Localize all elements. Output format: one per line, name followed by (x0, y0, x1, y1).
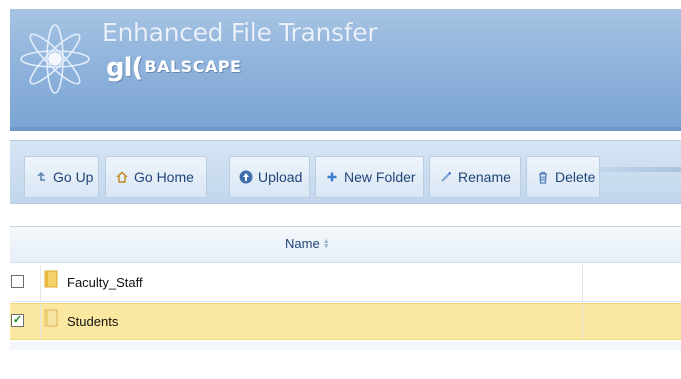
home-icon (115, 170, 129, 184)
new-folder-button[interactable]: New Folder (315, 156, 424, 198)
grid-footer (10, 342, 681, 350)
app-title: Enhanced File Transfer (102, 18, 378, 47)
row-checkbox[interactable] (11, 275, 24, 288)
column-divider (582, 304, 583, 339)
folder-icon (44, 309, 58, 327)
pencil-icon (439, 170, 453, 184)
file-name[interactable]: Faculty_Staff (67, 275, 143, 290)
go-home-button[interactable]: Go Home (105, 156, 207, 198)
file-row-students[interactable]: ✓ Students (10, 303, 681, 340)
brand-suffix: balscape (144, 57, 242, 76)
check-mark-icon: ✓ (12, 314, 23, 326)
name-column-label: Name (285, 236, 320, 251)
name-column-header[interactable]: Name ▲ ▼ (285, 236, 330, 251)
globalscape-logo-icon (20, 24, 90, 94)
row-checkbox-checked[interactable]: ✓ (11, 314, 24, 327)
file-grid: Name ▲ ▼ Faculty_Staff ✓ Students (10, 226, 681, 350)
cell-divider (40, 304, 41, 339)
delete-label: Delete (555, 169, 596, 185)
plus-icon (325, 170, 339, 184)
go-up-label: Go Up (53, 169, 94, 185)
file-row-faculty-staff[interactable]: Faculty_Staff (10, 265, 681, 302)
brand-logo-text: gl(balscape (106, 53, 241, 93)
rename-label: Rename (458, 169, 511, 185)
cell-divider (40, 265, 41, 301)
toolbar: Go Up Go Home Upload New Folder Rename D… (10, 140, 681, 204)
delete-button[interactable]: Delete (526, 156, 600, 198)
folder-icon (44, 270, 58, 288)
column-divider (582, 265, 583, 301)
rename-button[interactable]: Rename (429, 156, 521, 198)
grid-header: Name ▲ ▼ (10, 227, 681, 263)
arrow-up-back-icon (34, 170, 48, 184)
upload-icon (239, 170, 253, 184)
header-banner: Enhanced File Transfer gl(balscape (10, 9, 681, 131)
go-home-label: Go Home (134, 169, 194, 185)
upload-label: Upload (258, 169, 303, 185)
trash-icon (536, 170, 550, 184)
file-name[interactable]: Students (67, 314, 118, 329)
brand-prefix: gl( (106, 53, 143, 83)
new-folder-label: New Folder (344, 169, 416, 185)
toolbar-stripe (600, 167, 681, 172)
go-up-button[interactable]: Go Up (24, 156, 99, 198)
upload-button[interactable]: Upload (229, 156, 310, 198)
sort-ascending-icon: ▲ ▼ (322, 237, 330, 250)
